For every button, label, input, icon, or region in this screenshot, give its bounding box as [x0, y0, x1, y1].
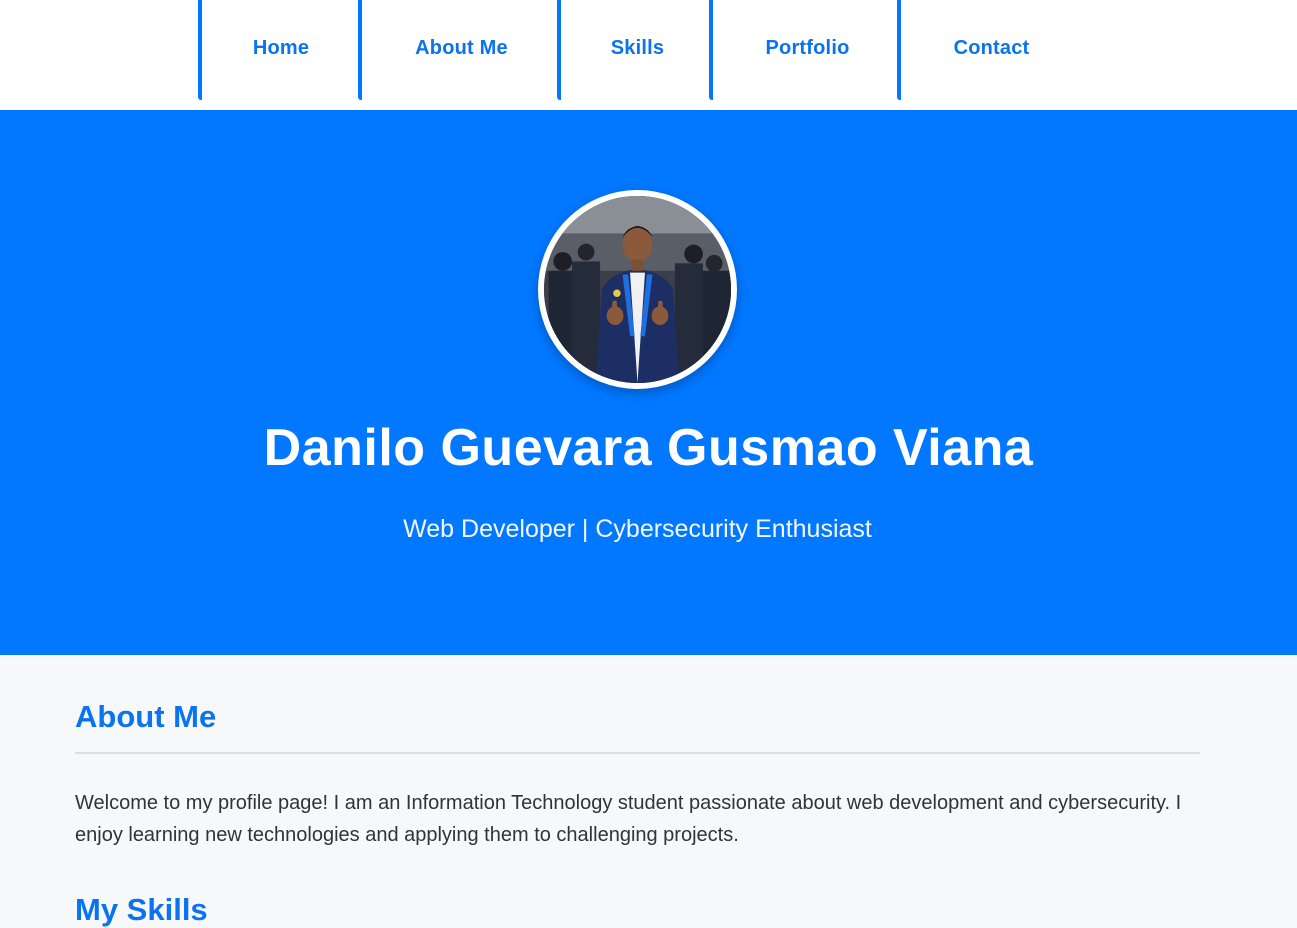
nav-link-label: Portfolio [765, 36, 850, 59]
profile-photo [538, 190, 737, 389]
nav-link-home[interactable]: Home [198, 0, 360, 100]
about-section-title: About Me [75, 699, 217, 734]
nav-link-label: Contact [953, 36, 1030, 59]
nav-link-skills[interactable]: Skills [557, 0, 714, 100]
nav-link-about-me[interactable]: About Me [358, 0, 561, 100]
nav-link-label: Skills [610, 36, 665, 59]
main-content: About Me Welcome to my profile page! I a… [0, 655, 1297, 927]
profile-tagline: Web Developer | Cybersecurity Enthusiast [403, 515, 872, 543]
profile-photo-image [544, 196, 731, 383]
about-section-text: Welcome to my profile page! I am an Info… [75, 792, 1182, 846]
nav-link-portfolio[interactable]: Portfolio [709, 0, 902, 100]
nav-link-label: About Me [415, 36, 508, 59]
top-navigation: Home About Me Skills Portfolio Contact [0, 0, 1297, 110]
nav-link-contact[interactable]: Contact [897, 0, 1082, 100]
skills-section-title: My Skills [75, 892, 208, 927]
section-divider [75, 752, 1200, 754]
profile-name: Danilo Guevara Gusmao Viana [263, 419, 1034, 477]
hero-banner: Danilo Guevara Gusmao Viana Web Develope… [0, 110, 1297, 655]
nav-link-label: Home [252, 36, 310, 59]
